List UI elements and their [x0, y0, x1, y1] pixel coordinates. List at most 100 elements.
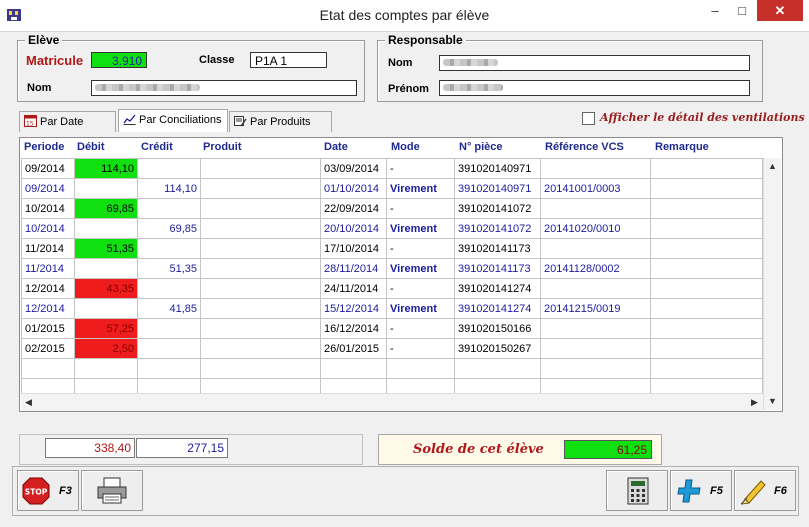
vertical-scrollbar[interactable]: ▲ ▼: [763, 158, 781, 410]
classe-field[interactable]: P1A 1: [250, 52, 327, 68]
cell-date[interactable]: 03/09/2014: [320, 158, 387, 179]
cell-credit[interactable]: [137, 198, 201, 219]
table-row[interactable]: 01/2015 57,25 16/12/2014-391020150166: [21, 318, 763, 339]
cell-piece[interactable]: 391020140971: [454, 178, 541, 199]
cell-ref[interactable]: [540, 338, 651, 359]
cell-debit[interactable]: 114,10: [74, 158, 138, 179]
cell-piece[interactable]: 391020150267: [454, 338, 541, 359]
edit-button[interactable]: F6: [734, 470, 796, 511]
maximize-button[interactable]: □: [729, 0, 755, 21]
cell-remarque[interactable]: [650, 238, 763, 259]
tab-par-produits[interactable]: Par Produits: [229, 111, 332, 132]
cell-remarque[interactable]: [650, 318, 763, 339]
cell-periode[interactable]: 11/2014: [21, 258, 75, 279]
cell-produit[interactable]: [200, 218, 321, 239]
cell-mode[interactable]: -: [386, 318, 455, 339]
cell-periode[interactable]: 09/2014: [21, 178, 75, 199]
cell-mode[interactable]: -: [386, 198, 455, 219]
cell-debit[interactable]: [74, 298, 138, 319]
cell-periode[interactable]: 12/2014: [21, 278, 75, 299]
table-row[interactable]: 12/2014 43,35 24/11/2014-391020141274: [21, 278, 763, 299]
cell-mode[interactable]: -: [386, 158, 455, 179]
print-button[interactable]: [81, 470, 143, 511]
add-button[interactable]: F5: [670, 470, 732, 511]
horizontal-scrollbar[interactable]: ◀ ▶: [21, 393, 763, 411]
scroll-down-icon[interactable]: ▼: [768, 396, 777, 406]
show-ventilations-checkbox[interactable]: [582, 112, 595, 125]
scroll-up-icon[interactable]: ▲: [768, 161, 777, 171]
table-row[interactable]: 11/2014 51,35 28/11/2014 Virement 3910201411…: [21, 258, 763, 279]
cell-periode[interactable]: 09/2014: [21, 158, 75, 179]
cell-produit[interactable]: [200, 278, 321, 299]
stop-button[interactable]: STOP F3: [17, 470, 79, 511]
cell-periode[interactable]: 11/2014: [21, 238, 75, 259]
cell-mode[interactable]: -: [386, 238, 455, 259]
cell-produit[interactable]: [200, 238, 321, 259]
col-header-debit[interactable]: Débit: [77, 141, 105, 153]
cell-credit[interactable]: 51,35: [137, 258, 201, 279]
cell-credit[interactable]: [137, 158, 201, 179]
cell-ref[interactable]: [540, 318, 651, 339]
cell-mode[interactable]: Virement: [386, 178, 455, 199]
cell-ref[interactable]: [540, 158, 651, 179]
cell-produit[interactable]: [200, 318, 321, 339]
cell-ref[interactable]: [540, 238, 651, 259]
cell-periode[interactable]: 02/2015: [21, 338, 75, 359]
table-row[interactable]: 12/2014 41,85 15/12/2014 Virement 3910201412…: [21, 298, 763, 319]
cell-ref[interactable]: 20141215/0019: [540, 298, 651, 319]
cell-debit[interactable]: 51,35: [74, 238, 138, 259]
cell-date[interactable]: 15/12/2014: [320, 298, 387, 319]
cell-date[interactable]: 22/09/2014: [320, 198, 387, 219]
cell-periode[interactable]: 12/2014: [21, 298, 75, 319]
cell-piece[interactable]: 391020150166: [454, 318, 541, 339]
table-row[interactable]: 10/2014 69,85 20/10/2014 Virement 3910201410…: [21, 218, 763, 239]
table-row[interactable]: 11/2014 51,35 17/10/2014-391020141173: [21, 238, 763, 259]
table-row[interactable]: 09/2014 114,10 03/09/2014-391020140971: [21, 158, 763, 179]
cell-mode[interactable]: -: [386, 338, 455, 359]
cell-date[interactable]: 26/01/2015: [320, 338, 387, 359]
scroll-right-icon[interactable]: ▶: [751, 397, 758, 408]
table-row[interactable]: 09/2014 114,10 01/10/2014 Virement 391020140…: [21, 178, 763, 199]
cell-remarque[interactable]: [650, 298, 763, 319]
calculator-button[interactable]: [606, 470, 668, 511]
cell-ref[interactable]: [540, 198, 651, 219]
cell-debit[interactable]: 57,25: [74, 318, 138, 339]
col-header-piece[interactable]: N° pièce: [459, 141, 503, 153]
cell-produit[interactable]: [200, 198, 321, 219]
col-header-mode[interactable]: Mode: [391, 141, 420, 153]
cell-date[interactable]: 20/10/2014: [320, 218, 387, 239]
cell-credit[interactable]: [137, 338, 201, 359]
cell-credit[interactable]: [137, 238, 201, 259]
col-header-credit[interactable]: Crédit: [141, 141, 173, 153]
cell-remarque[interactable]: [650, 198, 763, 219]
cell-debit[interactable]: 43,35: [74, 278, 138, 299]
cell-debit[interactable]: 69,85: [74, 198, 138, 219]
close-button[interactable]: ✕: [757, 0, 803, 21]
cell-mode[interactable]: Virement: [386, 218, 455, 239]
col-header-date[interactable]: Date: [324, 141, 348, 153]
cell-date[interactable]: 24/11/2014: [320, 278, 387, 299]
cell-credit[interactable]: 69,85: [137, 218, 201, 239]
table-row[interactable]: 10/2014 69,85 22/09/2014-391020141072: [21, 198, 763, 219]
cell-periode[interactable]: 01/2015: [21, 318, 75, 339]
matricule-field[interactable]: 3.910: [91, 52, 147, 68]
cell-mode[interactable]: -: [386, 278, 455, 299]
cell-piece[interactable]: 391020141072: [454, 218, 541, 239]
tab-par-conciliations[interactable]: Par Conciliations: [118, 109, 228, 132]
cell-date[interactable]: 01/10/2014: [320, 178, 387, 199]
cell-produit[interactable]: [200, 298, 321, 319]
cell-produit[interactable]: [200, 178, 321, 199]
cell-mode[interactable]: Virement: [386, 298, 455, 319]
cell-ref[interactable]: 20141128/0002: [540, 258, 651, 279]
cell-credit[interactable]: [137, 318, 201, 339]
cell-credit[interactable]: 41,85: [137, 298, 201, 319]
cell-debit[interactable]: [74, 218, 138, 239]
cell-piece[interactable]: 391020140971: [454, 158, 541, 179]
tab-par-date[interactable]: 15 Par Date: [19, 111, 116, 132]
cell-date[interactable]: 28/11/2014: [320, 258, 387, 279]
table-row[interactable]: 02/2015 2,50 26/01/2015-391020150267: [21, 338, 763, 359]
col-header-reference[interactable]: Référence VCS: [545, 141, 624, 153]
col-header-remarque[interactable]: Remarque: [655, 141, 709, 153]
cell-piece[interactable]: 391020141173: [454, 258, 541, 279]
col-header-produit[interactable]: Produit: [203, 141, 242, 153]
